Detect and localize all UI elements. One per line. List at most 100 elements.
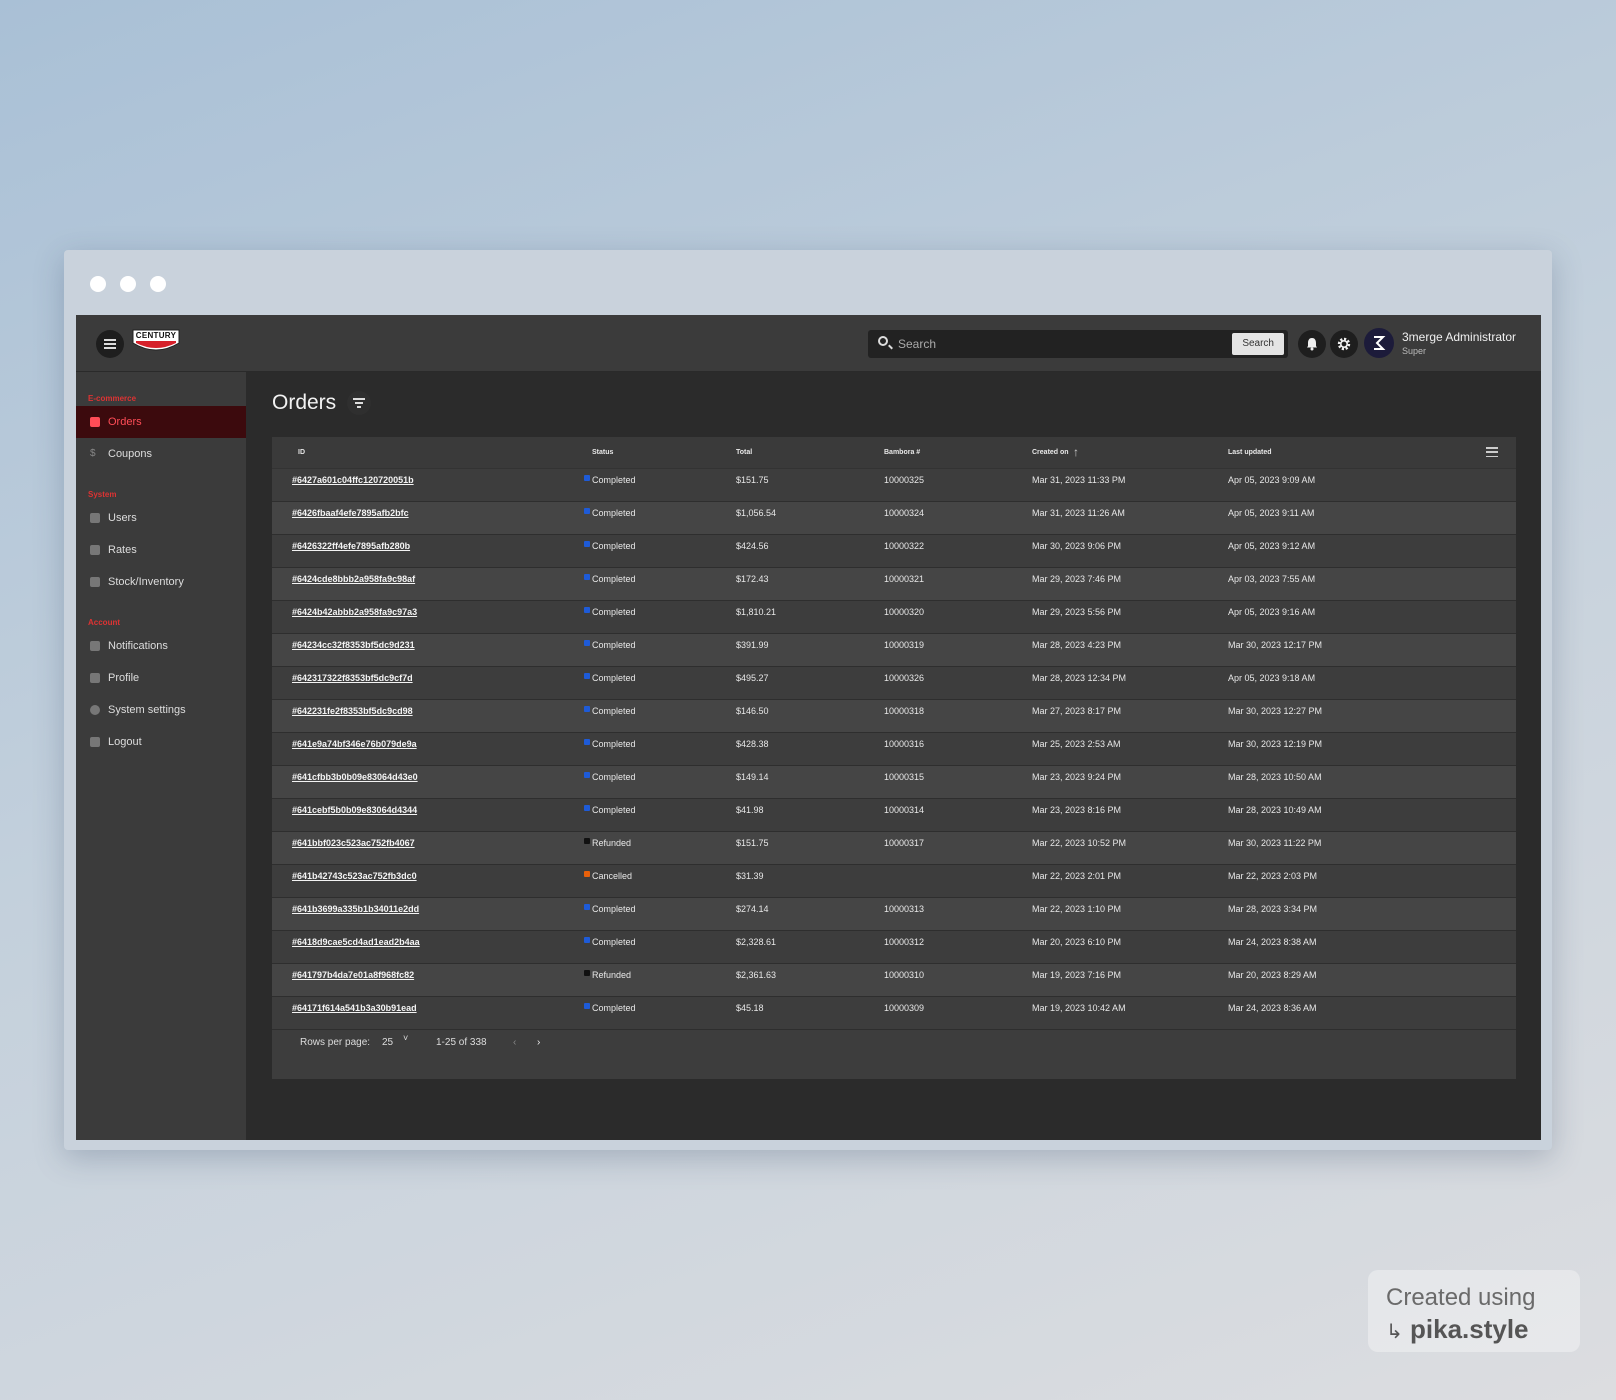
order-id-link[interactable]: #641cebf5b0b09e83064d4344 xyxy=(292,805,417,815)
sidebar-item-system-settings[interactable]: System settings xyxy=(76,694,246,726)
sidebar-item-orders[interactable]: Orders xyxy=(76,406,246,438)
order-id-link[interactable]: #64171f614a541b3a30b91ead xyxy=(292,1003,417,1013)
table-row[interactable]: #6427a601c04ffc120720051b Completed $151.7… xyxy=(272,469,1516,502)
table-row[interactable]: #641797b4da7e01a8f968fc82 Refunded $2,361.… xyxy=(272,964,1516,997)
sidebar-item-label: Stock/Inventory xyxy=(108,576,184,588)
window-maximize-button[interactable] xyxy=(150,276,166,292)
table-row[interactable]: #6424cde8bbb2a958fa9c98af Completed $172.4… xyxy=(272,568,1516,601)
menu-button[interactable] xyxy=(96,330,124,358)
search-button[interactable]: Search xyxy=(1232,333,1284,355)
notifications-button[interactable] xyxy=(1298,330,1326,358)
century-logo[interactable]: CENTURY xyxy=(132,329,180,355)
order-created-on: Mar 22, 2023 2:01 PM xyxy=(1032,871,1122,881)
order-bambora: 10000319 xyxy=(884,640,925,650)
sidebar-item-notifications[interactable]: Notifications xyxy=(76,630,246,662)
sidebar-item-coupons[interactable]: $ Coupons xyxy=(76,438,246,470)
table-row[interactable]: #6424b42abbb2a958fa9c97a3 Completed $1,810… xyxy=(272,601,1516,634)
table-row[interactable]: #641b42743c523ac752fb3dc0 Cancelled $31.39… xyxy=(272,865,1516,898)
order-status: Completed xyxy=(592,673,636,683)
order-id-link[interactable]: #641b42743c523ac752fb3dc0 xyxy=(292,871,417,881)
window-minimize-button[interactable] xyxy=(120,276,136,292)
table-row[interactable]: #6426fbaaf4efe7895afb2bfc Completed $1,056… xyxy=(272,502,1516,535)
filter-button[interactable] xyxy=(347,391,371,415)
column-header-status[interactable]: Status xyxy=(592,449,613,456)
order-id-link[interactable]: #641b3699a335b1b34011e2dd xyxy=(292,904,419,914)
order-total: $151.75 xyxy=(736,475,769,485)
order-bambora: 10000324 xyxy=(884,508,925,518)
column-header-total[interactable]: Total xyxy=(736,449,752,456)
warehouse-icon xyxy=(90,577,100,587)
table-row[interactable]: #641e9a74bf346e76b079de9a Completed $428.3… xyxy=(272,733,1516,766)
table-row[interactable]: #64234cc32f8353bf5dc9d231 Completed $391.9… xyxy=(272,634,1516,667)
chevron-down-icon[interactable]: ˅ xyxy=(403,1033,408,1043)
order-id-link[interactable]: #641cfbb3b0b09e83064d43e0 xyxy=(292,772,418,782)
sidebar-section-account: Account xyxy=(88,618,120,627)
page-title: Orders xyxy=(272,391,337,414)
order-id-link[interactable]: #641bbf023c523ac752fb4067 xyxy=(292,838,415,848)
column-settings-icon[interactable] xyxy=(1486,447,1498,457)
status-indicator-icon xyxy=(584,574,590,580)
sort-arrow-up-icon[interactable]: ↑ xyxy=(1073,445,1079,459)
table-row[interactable]: #6426322ff4efe7895afb280b Completed $424.5… xyxy=(272,535,1516,568)
table-row[interactable]: #641cebf5b0b09e83064d4344 Completed $41.98… xyxy=(272,799,1516,832)
settings-button[interactable] xyxy=(1330,330,1358,358)
prev-page-button[interactable]: ‹ xyxy=(513,1037,516,1048)
watermark: Created using ↳ pika.style xyxy=(1368,1270,1580,1352)
table-row[interactable]: #642231fe2f8353bf5dc9cd98 Completed $146.5… xyxy=(272,700,1516,733)
table-row[interactable]: #641bbf023c523ac752fb4067 Refunded $151.75… xyxy=(272,832,1516,865)
table-row[interactable]: #641cfbb3b0b09e83064d43e0 Completed $149.1… xyxy=(272,766,1516,799)
next-page-button[interactable]: › xyxy=(537,1037,540,1048)
sidebar-item-stock-inventory[interactable]: Stock/Inventory xyxy=(76,566,246,598)
watermark-line1: Created using xyxy=(1386,1284,1536,1311)
table-row[interactable]: #642317322f8353bf5dc9cf7d Completed $495.2… xyxy=(272,667,1516,700)
column-header-id[interactable]: ID xyxy=(298,449,305,456)
sidebar-item-logout[interactable]: Logout xyxy=(76,726,246,758)
status-indicator-icon xyxy=(584,706,590,712)
order-id-link[interactable]: #641e9a74bf346e76b079de9a xyxy=(292,739,417,749)
order-total: $45.18 xyxy=(736,1003,764,1013)
order-last-updated: Mar 24, 2023 8:36 AM xyxy=(1228,1003,1317,1013)
order-id-link[interactable]: #641797b4da7e01a8f968fc82 xyxy=(292,970,414,980)
status-indicator-icon xyxy=(584,541,590,547)
order-id-link[interactable]: #6427a601c04ffc120720051b xyxy=(292,475,414,485)
sidebar-item-rates[interactable]: Rates xyxy=(76,534,246,566)
sidebar-item-users[interactable]: Users xyxy=(76,502,246,534)
column-header-last-updated[interactable]: Last updated xyxy=(1228,449,1272,456)
order-last-updated: Mar 30, 2023 12:17 PM xyxy=(1228,640,1323,650)
status-indicator-icon xyxy=(584,739,590,745)
column-header-bambora[interactable]: Bambora # xyxy=(884,449,920,456)
window-close-button[interactable] xyxy=(90,276,106,292)
rows-per-page-select[interactable]: 25 xyxy=(382,1037,393,1048)
order-id-link[interactable]: #6424cde8bbb2a958fa9c98af xyxy=(292,574,415,584)
sidebar-section-ecommerce: E-commerce xyxy=(88,394,137,403)
logout-icon xyxy=(90,737,100,747)
users-icon xyxy=(90,513,100,523)
column-header-created-on[interactable]: Created on xyxy=(1032,449,1069,456)
order-id-link[interactable]: #642317322f8353bf5dc9cf7d xyxy=(292,673,413,683)
table-row[interactable]: #6418d9cae5cd4ad1ead2b4aa Completed $2,328… xyxy=(272,931,1516,964)
order-status: Refunded xyxy=(592,838,632,848)
order-id-link[interactable]: #6426fbaaf4efe7895afb2bfc xyxy=(292,508,409,518)
order-id-link[interactable]: #6418d9cae5cd4ad1ead2b4aa xyxy=(292,937,420,947)
browser-window: CENTURY Search Search 3merge Administrat… xyxy=(64,250,1552,1150)
sidebar-item-label: Rates xyxy=(108,544,137,556)
filter-icon xyxy=(353,398,365,400)
pagination: Rows per page: 25 ˅ 1-25 of 338 ‹ › xyxy=(272,1019,1516,1079)
order-last-updated: Apr 05, 2023 9:18 AM xyxy=(1228,673,1316,683)
order-total: $146.50 xyxy=(736,706,769,716)
order-created-on: Mar 25, 2023 2:53 AM xyxy=(1032,739,1121,749)
order-id-link[interactable]: #6426322ff4efe7895afb280b xyxy=(292,541,410,551)
sidebar-item-profile[interactable]: Profile xyxy=(76,662,246,694)
order-created-on: Mar 31, 2023 11:26 AM xyxy=(1032,508,1125,518)
order-id-link[interactable]: #642231fe2f8353bf5dc9cd98 xyxy=(292,706,413,716)
avatar[interactable] xyxy=(1364,328,1394,358)
status-indicator-icon xyxy=(584,1003,590,1009)
order-total: $1,810.21 xyxy=(736,607,777,617)
table-row[interactable]: #641b3699a335b1b34011e2dd Completed $274.1… xyxy=(272,898,1516,931)
search-input[interactable] xyxy=(898,334,1218,354)
user-name[interactable]: 3merge Administrator xyxy=(1402,330,1516,344)
order-created-on: Mar 22, 2023 10:52 PM xyxy=(1032,838,1127,848)
order-id-link[interactable]: #64234cc32f8353bf5dc9d231 xyxy=(292,640,415,650)
status-indicator-icon xyxy=(584,607,590,613)
order-id-link[interactable]: #6424b42abbb2a958fa9c97a3 xyxy=(292,607,417,617)
